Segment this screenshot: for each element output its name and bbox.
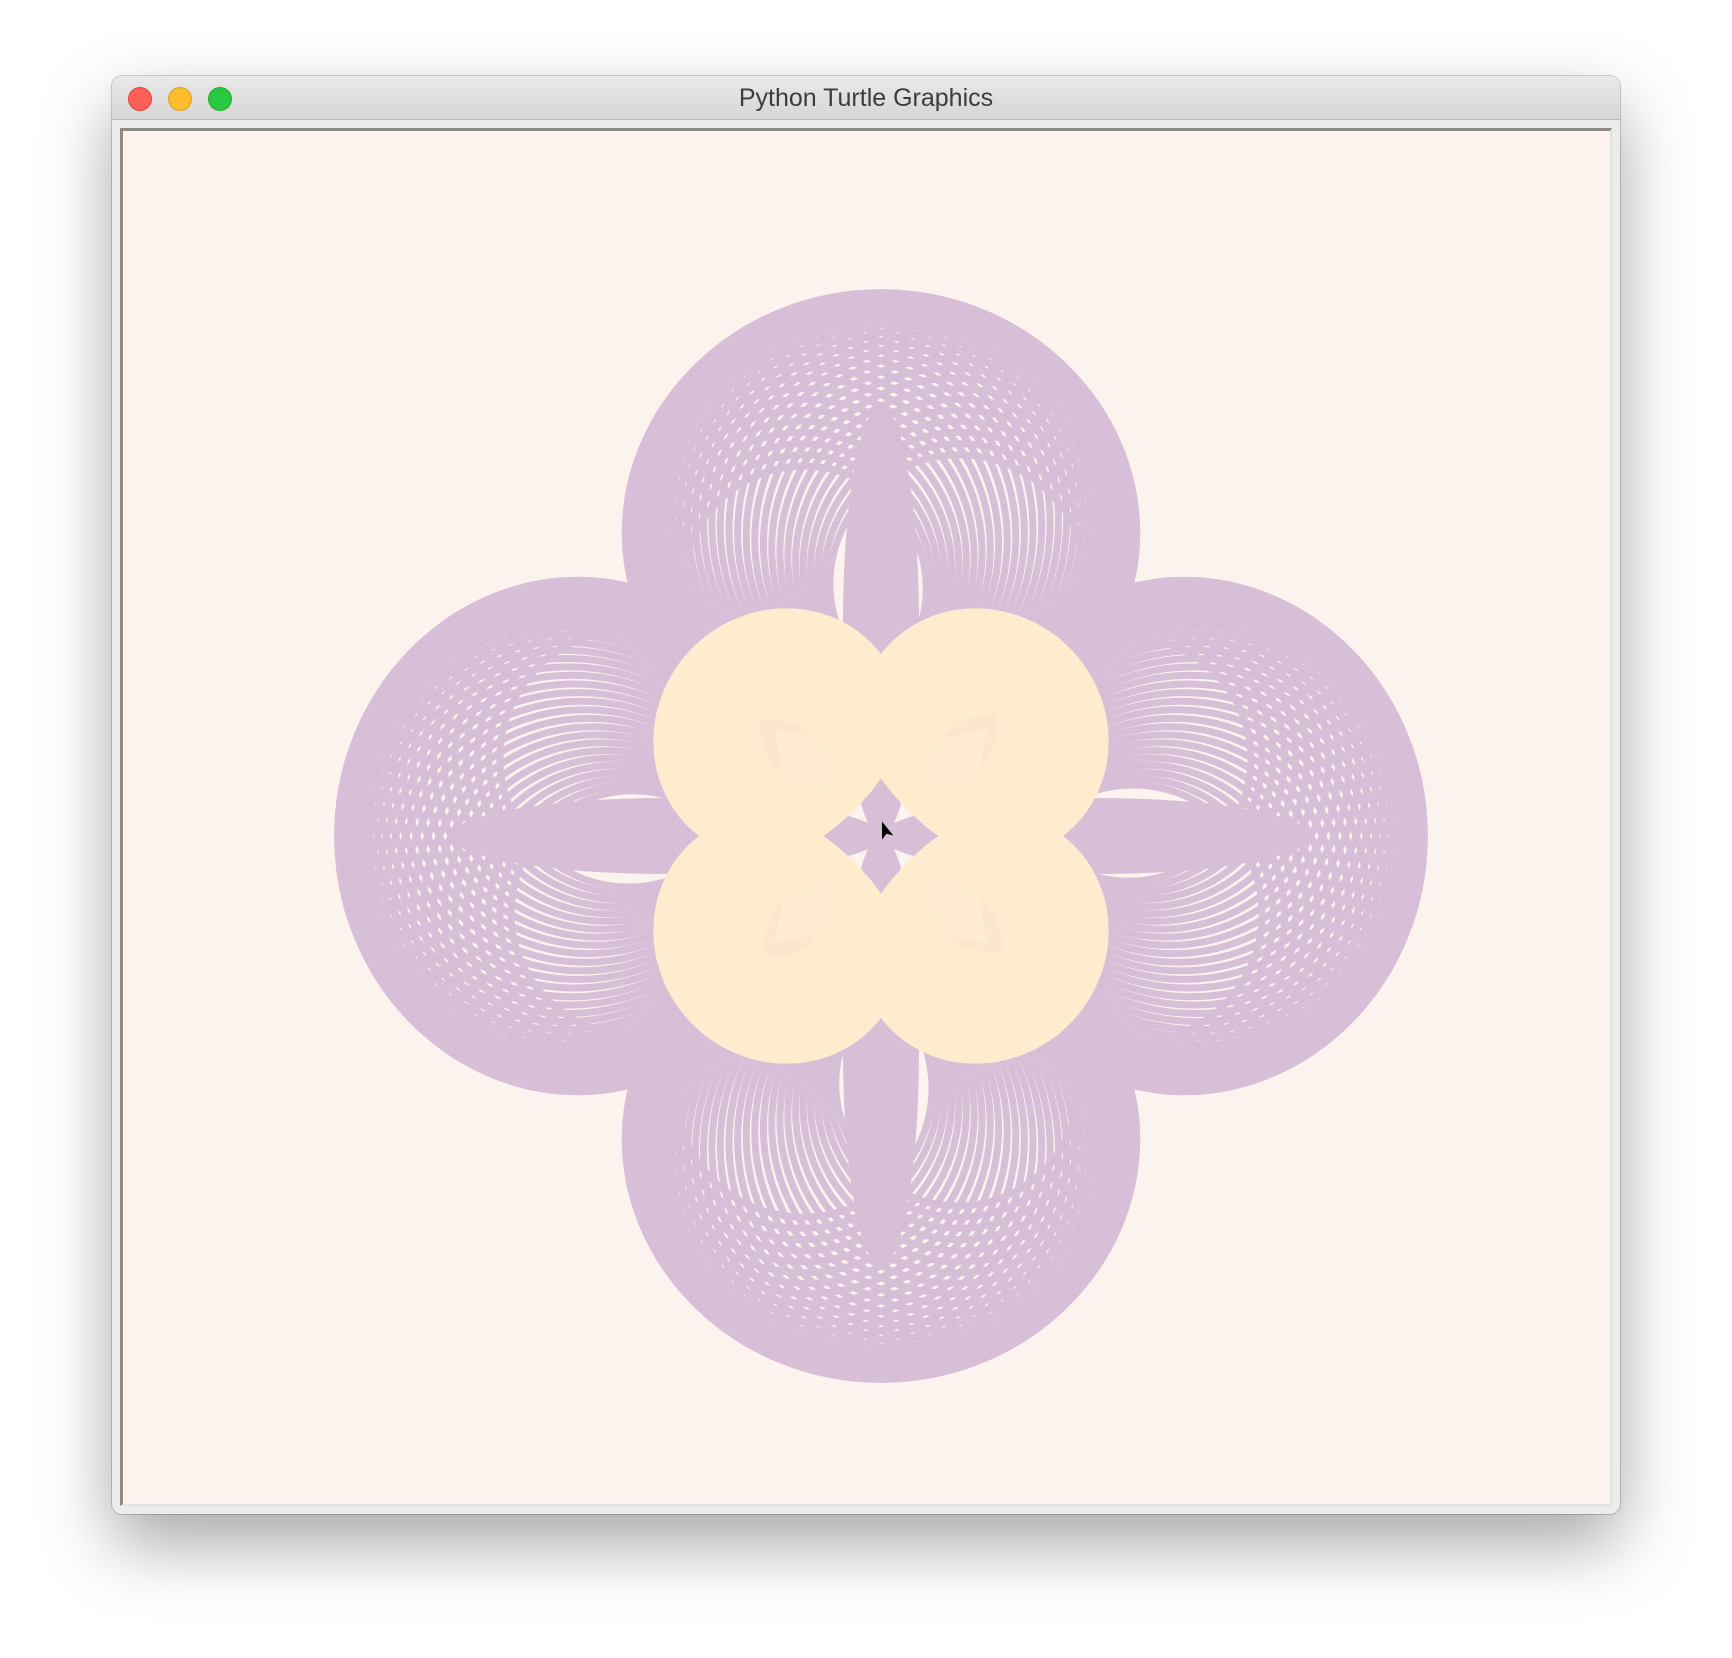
window-title: Python Turtle Graphics <box>738 84 994 112</box>
title-bar[interactable]: Python Turtle Graphics <box>112 76 1620 120</box>
spirograph-drawing <box>334 289 1428 1383</box>
turtle-canvas[interactable] <box>120 128 1612 1506</box>
outer-petals <box>334 289 1428 1383</box>
turtle-window: Python Turtle Graphics <box>112 76 1620 1514</box>
